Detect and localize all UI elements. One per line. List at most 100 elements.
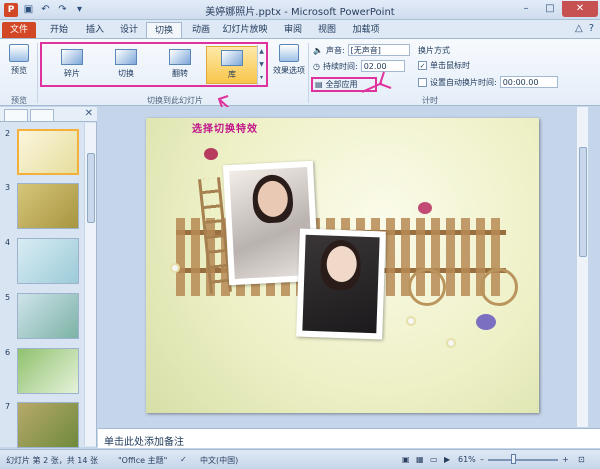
transition-gallery-item[interactable]: 库: [206, 46, 258, 84]
on-click-row: ✓ 单击鼠标时: [418, 60, 470, 71]
switch-mode-label: 换片方式: [418, 46, 450, 55]
auto-after-label: 设置自动换片时间:: [430, 77, 497, 87]
wheel: [408, 268, 446, 306]
slideshow-icon[interactable]: ▶: [444, 455, 450, 464]
ribbon-right-controls: △ ?: [575, 23, 594, 34]
zoom-in-icon[interactable]: +: [562, 455, 569, 464]
notes-pane[interactable]: 单击此处添加备注: [98, 428, 600, 448]
window-controls: – □ ✕: [514, 1, 598, 17]
slide-thumb-image: [17, 348, 79, 394]
on-click-checkbox[interactable]: ✓: [418, 61, 427, 70]
on-click-label: 单击鼠标时: [430, 61, 470, 70]
auto-after-checkbox[interactable]: [418, 77, 427, 87]
flower-image: [406, 316, 416, 326]
zoom-slider[interactable]: [488, 459, 558, 461]
slide-scrollbar[interactable]: [576, 107, 588, 427]
butterfly-image: [418, 202, 432, 214]
slide-number: 7: [5, 402, 11, 411]
notes-placeholder: 单击此处添加备注: [104, 437, 184, 448]
reading-view-icon[interactable]: ▭: [430, 455, 438, 464]
annotation-text: 选择切换特效: [192, 124, 258, 135]
group-separator: [308, 43, 309, 103]
group-label-timing: 计时: [422, 96, 438, 105]
clock-icon: ◷: [313, 61, 320, 71]
normal-view-icon[interactable]: ▣: [402, 455, 410, 464]
status-bar: 幻灯片 第 2 张，共 14 张 "Office 主题" ✓ 中文(中国) ▣ …: [0, 449, 600, 469]
tab-slideshow[interactable]: 幻灯片放映: [220, 22, 270, 38]
slide-thumb-image: [17, 129, 79, 175]
duration-input[interactable]: 02.00: [360, 60, 405, 72]
tab-addins[interactable]: 加载项: [346, 22, 386, 38]
slide-number: 5: [5, 293, 11, 302]
spellcheck-icon[interactable]: ✓: [180, 455, 187, 464]
wheel: [480, 268, 518, 306]
preview-button[interactable]: 预览: [6, 44, 32, 76]
shred-icon: [61, 49, 83, 65]
maximize-button[interactable]: □: [538, 1, 562, 17]
transition-label: 碎片: [64, 69, 80, 78]
tab-transitions[interactable]: 切换: [146, 22, 182, 38]
gallery-scroll[interactable]: ▲ ▼ ▾: [257, 45, 265, 85]
slide-thumb-image: [17, 238, 79, 284]
tab-view[interactable]: 视图: [310, 22, 344, 38]
tab-review[interactable]: 审阅: [276, 22, 310, 38]
group-label-transition: 切换到此幻灯片: [147, 96, 203, 105]
auto-after-input[interactable]: 00:00.00: [499, 76, 558, 88]
gallery-up-icon[interactable]: ▲: [258, 45, 265, 58]
zoom-out-icon[interactable]: –: [480, 455, 484, 464]
help-icon[interactable]: ?: [589, 23, 594, 34]
group-separator: [37, 43, 38, 103]
close-button[interactable]: ✕: [562, 1, 598, 17]
zoom-slider-handle[interactable]: [511, 454, 516, 464]
tab-slides[interactable]: [4, 109, 28, 121]
slide-number: 4: [5, 238, 11, 247]
window-title: 美婷娜照片.pptx - Microsoft PowerPoint: [205, 7, 395, 18]
sound-select[interactable]: [无声音]: [347, 44, 410, 56]
ribbon-tabs: 文件 开始 插入 设计 切换 动画 幻灯片放映 审阅 视图 加载项 △ ?: [0, 20, 600, 38]
slide-number: 2: [5, 129, 11, 138]
tab-file[interactable]: 文件: [2, 22, 36, 38]
photo-frame[interactable]: [296, 228, 386, 340]
flower-image: [170, 263, 180, 273]
title-bar: P ▣ ↶ ↷ ▾ 美婷娜照片.pptx - Microsoft PowerPo…: [0, 0, 600, 20]
transition-label: 库: [228, 70, 236, 79]
apply-all-label: 全部应用: [325, 80, 358, 89]
butterfly-image: [204, 148, 218, 160]
transition-gallery: 碎片 切换 翻转 库 ▲ ▼ ▾: [40, 42, 268, 87]
slide-editing-area: [98, 107, 588, 427]
effect-options-icon: [279, 44, 299, 62]
panel-tabs: ✕: [0, 107, 97, 122]
fit-to-window-icon[interactable]: ⊡: [578, 455, 585, 464]
transition-switch[interactable]: 切换: [100, 46, 152, 84]
slide-number: 6: [5, 348, 11, 357]
auto-after-row: 设置自动换片时间: 00:00.00: [418, 76, 558, 88]
group-label-preview: 预览: [11, 96, 27, 105]
scrollbar-thumb[interactable]: [579, 147, 587, 257]
butterfly-image: [476, 314, 496, 330]
gallery-down-icon[interactable]: ▼: [258, 58, 265, 71]
sound-label: 声音:: [325, 45, 345, 55]
transition-flip[interactable]: 翻转: [154, 46, 206, 84]
gallery-more-icon[interactable]: ▾: [258, 71, 265, 84]
tab-insert[interactable]: 插入: [78, 22, 112, 38]
minimize-ribbon-icon[interactable]: △: [575, 23, 583, 34]
effect-options-button[interactable]: 效果选项: [272, 44, 306, 76]
current-slide[interactable]: [146, 118, 539, 413]
tab-outline[interactable]: [30, 109, 54, 121]
preview-icon: [9, 44, 29, 62]
zoom-level[interactable]: 61%: [458, 455, 476, 464]
slide-sorter-icon[interactable]: ▦: [416, 455, 424, 464]
transition-shred[interactable]: 碎片: [46, 46, 98, 84]
minimize-button[interactable]: –: [514, 1, 538, 17]
slide-thumb-image: [17, 293, 79, 339]
close-panel-icon[interactable]: ✕: [85, 108, 93, 119]
tab-home[interactable]: 开始: [42, 22, 76, 38]
transition-label: 切换: [118, 69, 134, 78]
apply-to-all-button[interactable]: ▤ 全部应用: [311, 77, 377, 92]
tab-design[interactable]: 设计: [112, 22, 146, 38]
scrollbar-thumb[interactable]: [87, 153, 95, 223]
duration-row: ◷ 持续时间: 02.00: [313, 60, 405, 72]
slides-scrollbar[interactable]: [84, 123, 96, 446]
tab-animations[interactable]: 动画: [184, 22, 218, 38]
language[interactable]: 中文(中国): [200, 455, 238, 466]
